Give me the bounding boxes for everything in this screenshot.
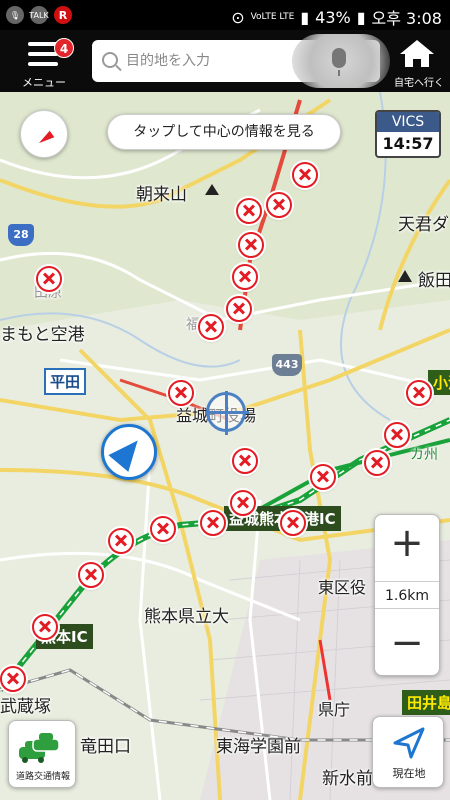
route-443-shield: 443 xyxy=(272,354,302,376)
map-label-shin-suizenji: 新水前 xyxy=(322,769,373,789)
go-home-label: 自宅へ行く xyxy=(394,78,444,89)
map-label-kumamoto-airport: まもと空港 xyxy=(0,325,85,345)
current-position-marker xyxy=(101,424,157,480)
vics-label: VICS xyxy=(377,112,439,132)
road-closure-icon[interactable] xyxy=(200,510,226,536)
nav-header: 4 メニュー 自宅へ行く xyxy=(0,30,450,92)
map-label-musashizuka: 武蔵塚 xyxy=(0,697,51,717)
zoom-in-button[interactable]: + xyxy=(375,515,439,575)
current-location-label: 現在地 xyxy=(392,767,426,780)
talk-status-icon: TALK xyxy=(29,6,49,24)
map-label-asagiyama: 朝来山 xyxy=(136,185,187,205)
road-closure-icon[interactable] xyxy=(232,448,258,474)
compass-button[interactable] xyxy=(20,110,68,158)
compass-needle-icon xyxy=(36,130,55,147)
map-base xyxy=(0,92,450,800)
traffic-info-button[interactable]: 道路交通情報 xyxy=(8,720,76,788)
road-closure-icon[interactable] xyxy=(280,510,306,536)
map-label-kumamoto-ken-u: 熊本県立大 xyxy=(144,607,229,627)
road-closure-icon[interactable] xyxy=(36,266,62,292)
status-bar: 🎙 TALK R ⊙ VoLTE LTE ▮ 43% ▮ 오후 3:08 xyxy=(0,0,450,30)
road-closure-icon[interactable] xyxy=(150,516,176,542)
road-closure-icon[interactable] xyxy=(0,666,26,692)
signal-icon: ▮ xyxy=(300,7,310,27)
map-scale: 1.6km xyxy=(375,581,439,609)
map-label-kyushu: カ州 xyxy=(410,447,438,463)
map-center-crosshair xyxy=(205,391,249,435)
battery-percent: 43% xyxy=(315,7,351,27)
map-label-amakimi: 天君ダ xyxy=(398,215,449,235)
home-icon xyxy=(400,40,434,54)
road-closure-icon[interactable] xyxy=(310,464,336,490)
road-closure-icon[interactable] xyxy=(32,614,58,640)
road-closure-icon[interactable] xyxy=(168,380,194,406)
microphone-icon xyxy=(332,48,346,76)
road-closure-icon[interactable] xyxy=(232,264,258,290)
map-label-taimei: 田井島 xyxy=(402,690,450,715)
map-label-heida: 平田 xyxy=(44,368,87,395)
road-closure-icon[interactable] xyxy=(364,450,390,476)
traffic-cars-icon xyxy=(19,733,60,763)
mic-status-icon: 🎙 xyxy=(6,6,24,24)
map-label-iizuka: 飯田 xyxy=(418,271,450,291)
navigation-arrow-icon xyxy=(393,727,425,759)
vics-indicator[interactable]: VICS 14:57 xyxy=(375,110,441,158)
road-closure-icon[interactable] xyxy=(266,192,292,218)
destination-search-box[interactable] xyxy=(92,34,390,88)
menu-label: メニュー xyxy=(22,76,66,89)
map-view[interactable]: 28 443 朝来山 天君ダ 飯田 田原 福 まもと空港 益城町役場 東区役 熊… xyxy=(0,92,450,800)
current-location-button[interactable]: 現在地 xyxy=(372,716,444,788)
map-label-tokai-gakuen: 東海学園前 xyxy=(216,737,301,757)
map-label-tatsutaguchi: 竜田口 xyxy=(80,737,131,757)
menu-button[interactable]: 4 メニュー xyxy=(18,36,78,90)
road-closure-icon[interactable] xyxy=(236,198,262,224)
road-closure-icon[interactable] xyxy=(230,490,256,516)
map-label-higashi-ku: 東区役 xyxy=(318,578,367,597)
route-28-shield: 28 xyxy=(8,224,34,246)
map-label-kencho: 県庁 xyxy=(318,700,351,719)
vics-time: 14:57 xyxy=(382,134,434,153)
menu-badge: 4 xyxy=(54,38,74,58)
heading-arrow-icon xyxy=(108,432,148,472)
road-closure-icon[interactable] xyxy=(198,314,224,340)
clock: 오후 3:08 xyxy=(371,9,442,28)
road-closure-icon[interactable] xyxy=(226,296,252,322)
search-icon xyxy=(102,52,118,68)
road-closure-icon[interactable] xyxy=(292,162,318,188)
road-closure-icon[interactable] xyxy=(78,562,104,588)
zoom-out-button[interactable]: − xyxy=(375,615,439,675)
r-app-icon: R xyxy=(54,6,72,24)
battery-icon: ▮ xyxy=(356,7,366,27)
location-status-icon: ⊙ xyxy=(231,7,245,27)
road-closure-icon[interactable] xyxy=(406,380,432,406)
road-closure-icon[interactable] xyxy=(108,528,134,554)
traffic-info-label: 道路交通情報 xyxy=(15,772,70,782)
go-home-button[interactable]: 自宅へ行く xyxy=(388,36,448,90)
zoom-control: + 1.6km − xyxy=(374,514,440,676)
road-closure-icon[interactable] xyxy=(238,232,264,258)
road-closure-icon[interactable] xyxy=(384,422,410,448)
network-status: VoLTE LTE xyxy=(250,11,295,22)
center-info-button[interactable]: タップして中心の情報を見る xyxy=(107,114,341,150)
